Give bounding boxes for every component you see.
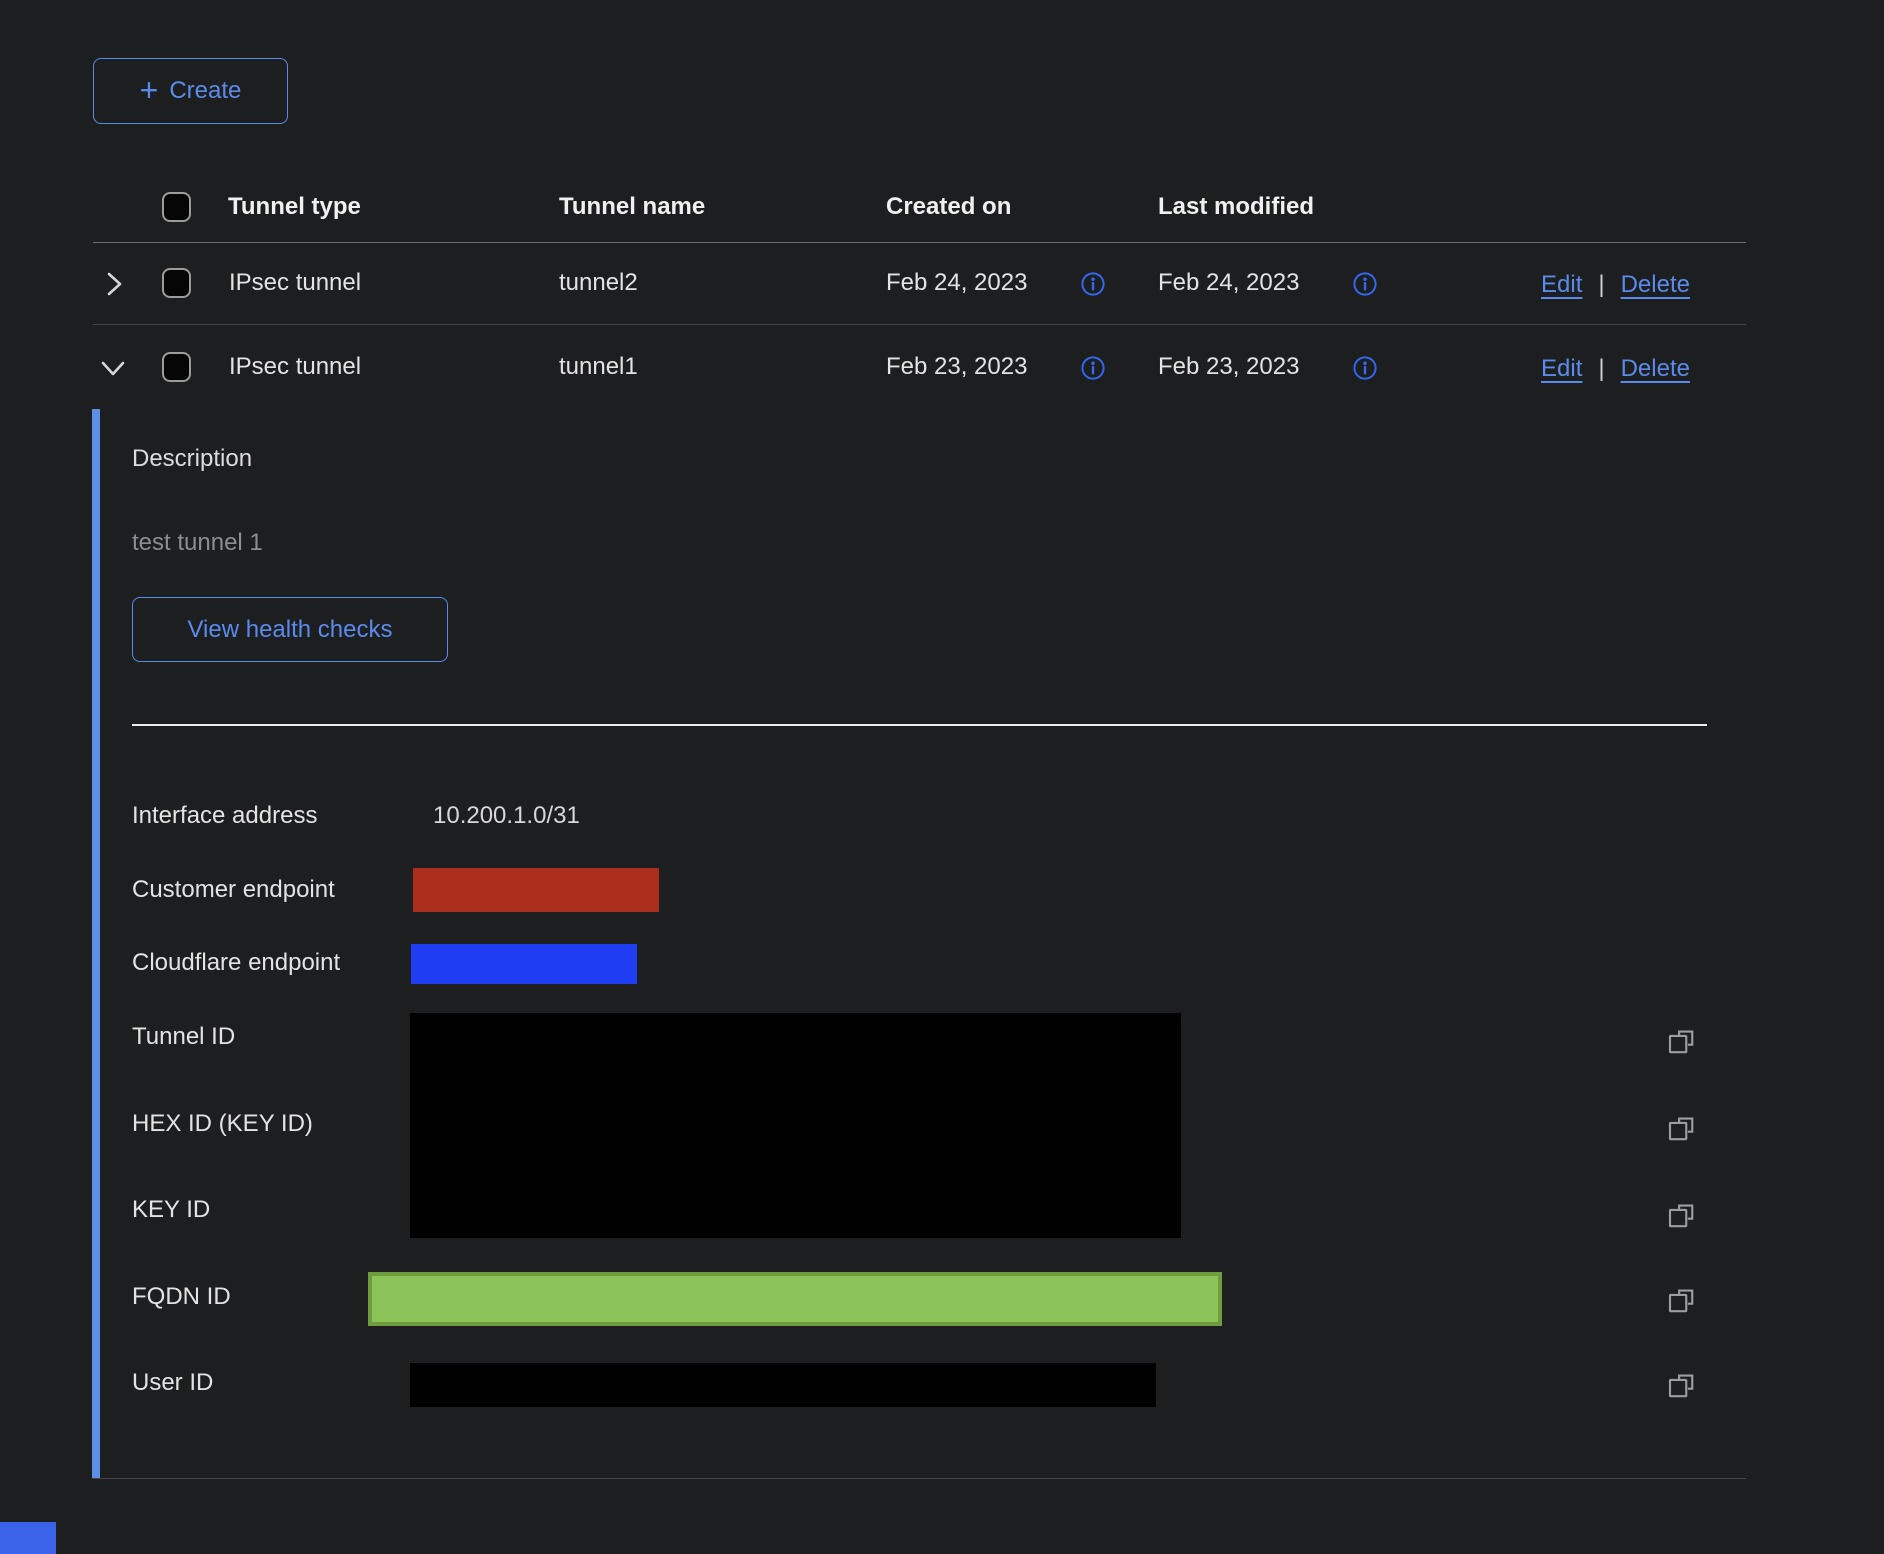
- field-label-tunnel-id: Tunnel ID: [132, 1023, 235, 1051]
- delete-link[interactable]: Delete: [1621, 355, 1690, 383]
- fqdn-id-redaction: [368, 1272, 1222, 1326]
- column-header-tunnel-type: Tunnel type: [228, 193, 361, 221]
- field-label-customer-endpoint: Customer endpoint: [132, 876, 335, 904]
- header-divider: [93, 242, 1746, 243]
- row-actions: Edit | Delete: [1541, 271, 1690, 299]
- created-on-cell: Feb 24, 2023: [886, 269, 1027, 297]
- column-header-tunnel-name: Tunnel name: [559, 193, 705, 221]
- customer-endpoint-redaction: [413, 868, 659, 912]
- row-actions: Edit | Delete: [1541, 355, 1690, 383]
- select-all-checkbox[interactable]: [162, 192, 191, 222]
- table-bottom-divider: [92, 1478, 1746, 1479]
- chevron-down-icon[interactable]: [98, 356, 128, 380]
- field-label-key-id: KEY ID: [132, 1196, 210, 1224]
- action-separator: |: [1598, 355, 1604, 383]
- description-label: Description: [132, 445, 252, 473]
- tunnels-page: + Create Tunnel type Tunnel name Created…: [0, 0, 1884, 1554]
- field-label-hex-id: HEX ID (KEY ID): [132, 1110, 313, 1138]
- field-label-interface-address: Interface address: [132, 802, 317, 830]
- info-icon[interactable]: [1352, 355, 1378, 381]
- copy-icon[interactable]: [1666, 1368, 1696, 1398]
- cloudflare-endpoint-redaction: [411, 944, 637, 984]
- row-checkbox[interactable]: [162, 268, 191, 298]
- action-separator: |: [1598, 271, 1604, 299]
- user-id-redaction: [410, 1363, 1156, 1407]
- last-modified-cell: Feb 23, 2023: [1158, 353, 1299, 381]
- expanded-row-accent-bar: [92, 409, 100, 1478]
- view-health-checks-button[interactable]: View health checks: [132, 597, 448, 662]
- create-button-label: Create: [169, 77, 241, 105]
- tunnel-type-cell: IPsec tunnel: [229, 269, 361, 297]
- bottom-left-accent: [0, 1522, 56, 1554]
- info-icon[interactable]: [1080, 271, 1106, 297]
- plus-icon: +: [140, 75, 159, 105]
- delete-link[interactable]: Delete: [1621, 271, 1690, 299]
- description-value: test tunnel 1: [132, 529, 263, 557]
- field-value-interface-address: 10.200.1.0/31: [433, 802, 580, 830]
- chevron-right-icon[interactable]: [102, 269, 126, 299]
- copy-icon[interactable]: [1666, 1198, 1696, 1228]
- tunnel-type-cell: IPsec tunnel: [229, 353, 361, 381]
- copy-icon[interactable]: [1666, 1111, 1696, 1141]
- field-label-fqdn-id: FQDN ID: [132, 1283, 231, 1311]
- tunnel-name-cell: tunnel1: [559, 353, 638, 381]
- info-icon[interactable]: [1080, 355, 1106, 381]
- info-icon[interactable]: [1352, 271, 1378, 297]
- field-label-cloudflare-endpoint: Cloudflare endpoint: [132, 949, 340, 977]
- panel-divider: [132, 724, 1707, 726]
- created-on-cell: Feb 23, 2023: [886, 353, 1027, 381]
- copy-icon[interactable]: [1666, 1024, 1696, 1054]
- column-header-created-on: Created on: [886, 193, 1011, 221]
- row-checkbox[interactable]: [162, 352, 191, 382]
- last-modified-cell: Feb 24, 2023: [1158, 269, 1299, 297]
- edit-link[interactable]: Edit: [1541, 355, 1582, 383]
- ids-redaction: [410, 1013, 1181, 1238]
- copy-icon[interactable]: [1666, 1283, 1696, 1313]
- tunnel-name-cell: tunnel2: [559, 269, 638, 297]
- column-header-last-modified: Last modified: [1158, 193, 1314, 221]
- create-button[interactable]: + Create: [93, 58, 288, 124]
- field-label-user-id: User ID: [132, 1369, 213, 1397]
- edit-link[interactable]: Edit: [1541, 271, 1582, 299]
- row-divider: [93, 324, 1746, 325]
